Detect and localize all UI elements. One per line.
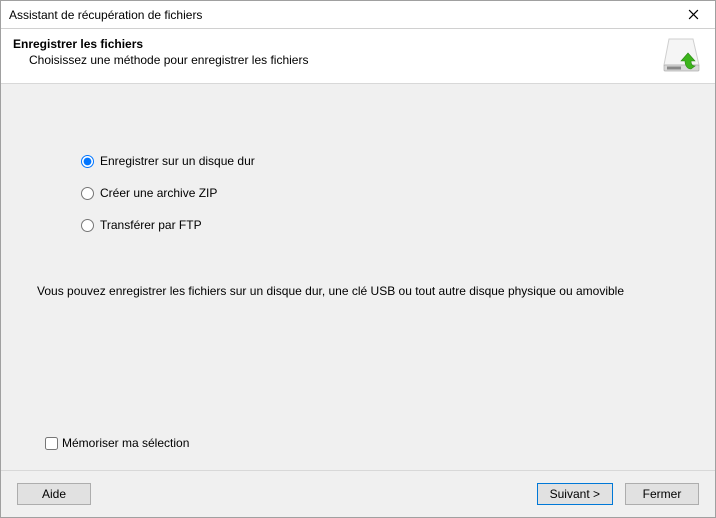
next-button[interactable]: Suivant > [537,483,613,505]
drive-recover-icon [661,35,705,75]
radio-save-disk-input[interactable] [81,155,94,168]
dialog-window: Assistant de récupération de fichiers En… [0,0,716,518]
radio-save-disk-label: Enregistrer sur un disque dur [100,154,255,168]
remember-checkbox-input[interactable] [45,437,58,450]
method-description: Vous pouvez enregistrer les fichiers sur… [37,284,679,298]
footer: Aide Suivant > Fermer [1,471,715,517]
help-button[interactable]: Aide [17,483,91,505]
remember-checkbox-label: Mémoriser ma sélection [62,436,189,450]
radio-create-zip[interactable]: Créer une archive ZIP [81,186,679,200]
close-icon[interactable] [679,4,707,26]
radio-create-zip-input[interactable] [81,187,94,200]
close-button[interactable]: Fermer [625,483,699,505]
radio-save-disk[interactable]: Enregistrer sur un disque dur [81,154,679,168]
content-area: Enregistrer sur un disque dur Créer une … [1,84,715,471]
radio-create-zip-label: Créer une archive ZIP [100,186,217,200]
radio-ftp[interactable]: Transférer par FTP [81,218,679,232]
page-heading: Enregistrer les fichiers [13,37,308,51]
remember-checkbox[interactable]: Mémoriser ma sélection [45,436,189,450]
header: Enregistrer les fichiers Choisissez une … [1,29,715,84]
save-method-radio-group: Enregistrer sur un disque dur Créer une … [81,154,679,232]
radio-ftp-label: Transférer par FTP [100,218,202,232]
titlebar: Assistant de récupération de fichiers [1,1,715,29]
header-text: Enregistrer les fichiers Choisissez une … [11,35,308,67]
window-title: Assistant de récupération de fichiers [9,8,202,22]
radio-ftp-input[interactable] [81,219,94,232]
page-subheading: Choisissez une méthode pour enregistrer … [29,53,308,67]
